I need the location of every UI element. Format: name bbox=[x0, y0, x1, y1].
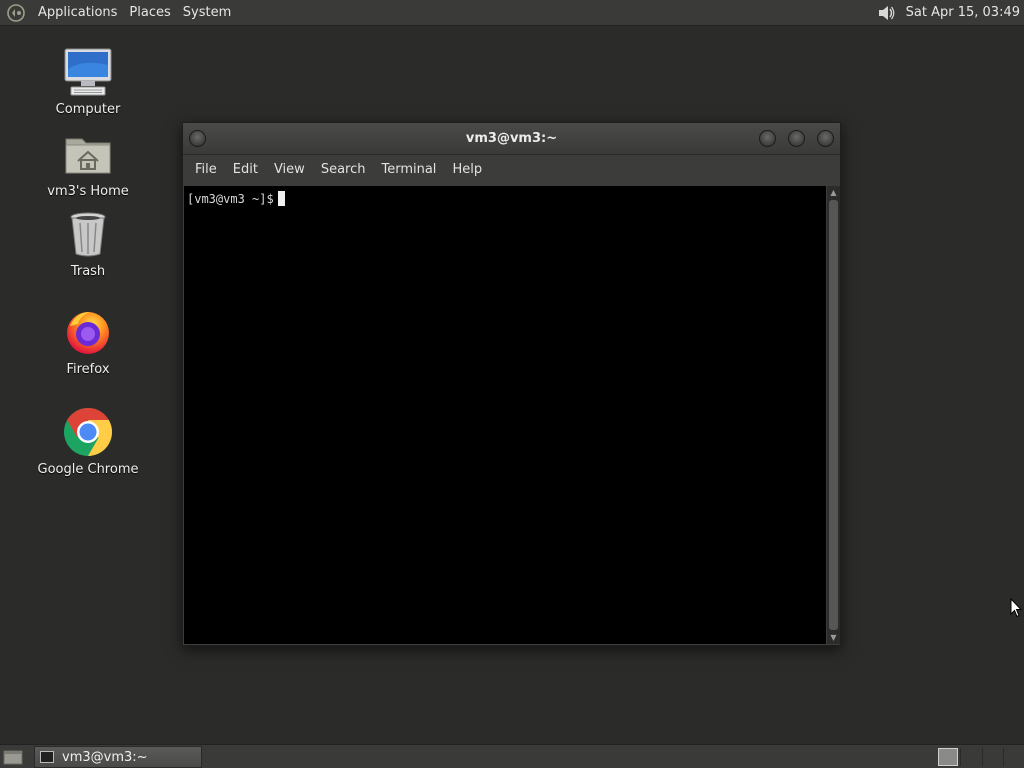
terminal-menubar: File Edit View Search Terminal Help bbox=[183, 155, 840, 185]
window-title: vm3@vm3:~ bbox=[465, 131, 558, 146]
taskbar-button-terminal[interactable]: vm3@vm3:~ bbox=[34, 746, 202, 768]
menu-view[interactable]: View bbox=[266, 155, 313, 185]
top-panel: Applications Places System Sat Apr 15, 0… bbox=[0, 0, 1024, 26]
workspace-1[interactable] bbox=[938, 748, 958, 766]
system-menu[interactable]: System bbox=[177, 0, 237, 26]
clock[interactable]: Sat Apr 15, 03:49 bbox=[906, 5, 1020, 20]
scroll-down-icon[interactable]: ▼ bbox=[829, 633, 838, 642]
menu-search[interactable]: Search bbox=[313, 155, 374, 185]
places-menu[interactable]: Places bbox=[123, 0, 176, 26]
desktop-icon-computer[interactable]: Computer bbox=[33, 46, 143, 117]
trash-icon bbox=[62, 208, 114, 260]
desktop-icon-label: Google Chrome bbox=[37, 462, 139, 477]
panel-tray: Sat Apr 15, 03:49 bbox=[876, 0, 1024, 26]
terminal-output[interactable]: [vm3@vm3 ~]$ bbox=[184, 186, 826, 644]
chrome-icon bbox=[62, 406, 114, 458]
menu-help[interactable]: Help bbox=[444, 155, 490, 185]
bottom-panel: vm3@vm3:~ bbox=[0, 744, 1024, 768]
window-titlebar[interactable]: vm3@vm3:~ bbox=[183, 123, 840, 155]
terminal-icon bbox=[40, 751, 54, 763]
shell-prompt: [vm3@vm3 ~]$ bbox=[187, 191, 285, 206]
menu-terminal[interactable]: Terminal bbox=[373, 155, 444, 185]
desktop-icon-chrome[interactable]: Google Chrome bbox=[33, 406, 143, 477]
workspace-4[interactable] bbox=[1003, 748, 1023, 766]
computer-icon bbox=[62, 46, 114, 98]
show-desktop-icon[interactable] bbox=[3, 748, 23, 766]
prompt-text: [vm3@vm3 ~]$ bbox=[187, 192, 274, 206]
desktop-icon-label: Trash bbox=[70, 264, 106, 279]
volume-icon[interactable] bbox=[876, 3, 896, 23]
vertical-scrollbar[interactable]: ▲ ▼ bbox=[827, 186, 840, 644]
desktop-icon-label: vm3's Home bbox=[47, 184, 129, 199]
workspace-2[interactable] bbox=[960, 748, 980, 766]
close-button[interactable] bbox=[817, 130, 834, 147]
firefox-icon bbox=[62, 306, 114, 358]
desktop-icon-label: Computer bbox=[55, 102, 121, 117]
text-cursor bbox=[277, 191, 285, 206]
scroll-up-icon[interactable]: ▲ bbox=[829, 188, 838, 197]
scrollbar-thumb[interactable] bbox=[829, 200, 838, 630]
menu-file[interactable]: File bbox=[187, 155, 225, 185]
mouse-pointer-icon bbox=[1010, 598, 1022, 618]
maximize-button[interactable] bbox=[788, 130, 805, 147]
taskbar-button-label: vm3@vm3:~ bbox=[62, 749, 148, 765]
menu-edit[interactable]: Edit bbox=[225, 155, 266, 185]
desktop-icon-label: Firefox bbox=[66, 362, 110, 377]
home-folder-icon bbox=[62, 128, 114, 180]
desktop-icon-firefox[interactable]: Firefox bbox=[33, 306, 143, 377]
applications-menu[interactable]: Applications bbox=[32, 0, 123, 26]
terminal-window[interactable]: vm3@vm3:~ File Edit View Search Terminal… bbox=[182, 122, 841, 646]
desktop-icon-home[interactable]: vm3's Home bbox=[33, 128, 143, 199]
desktop-icon-trash[interactable]: Trash bbox=[33, 208, 143, 279]
minimize-button[interactable] bbox=[759, 130, 776, 147]
distro-logo-icon[interactable] bbox=[6, 3, 26, 23]
workspace-3[interactable] bbox=[982, 748, 1002, 766]
